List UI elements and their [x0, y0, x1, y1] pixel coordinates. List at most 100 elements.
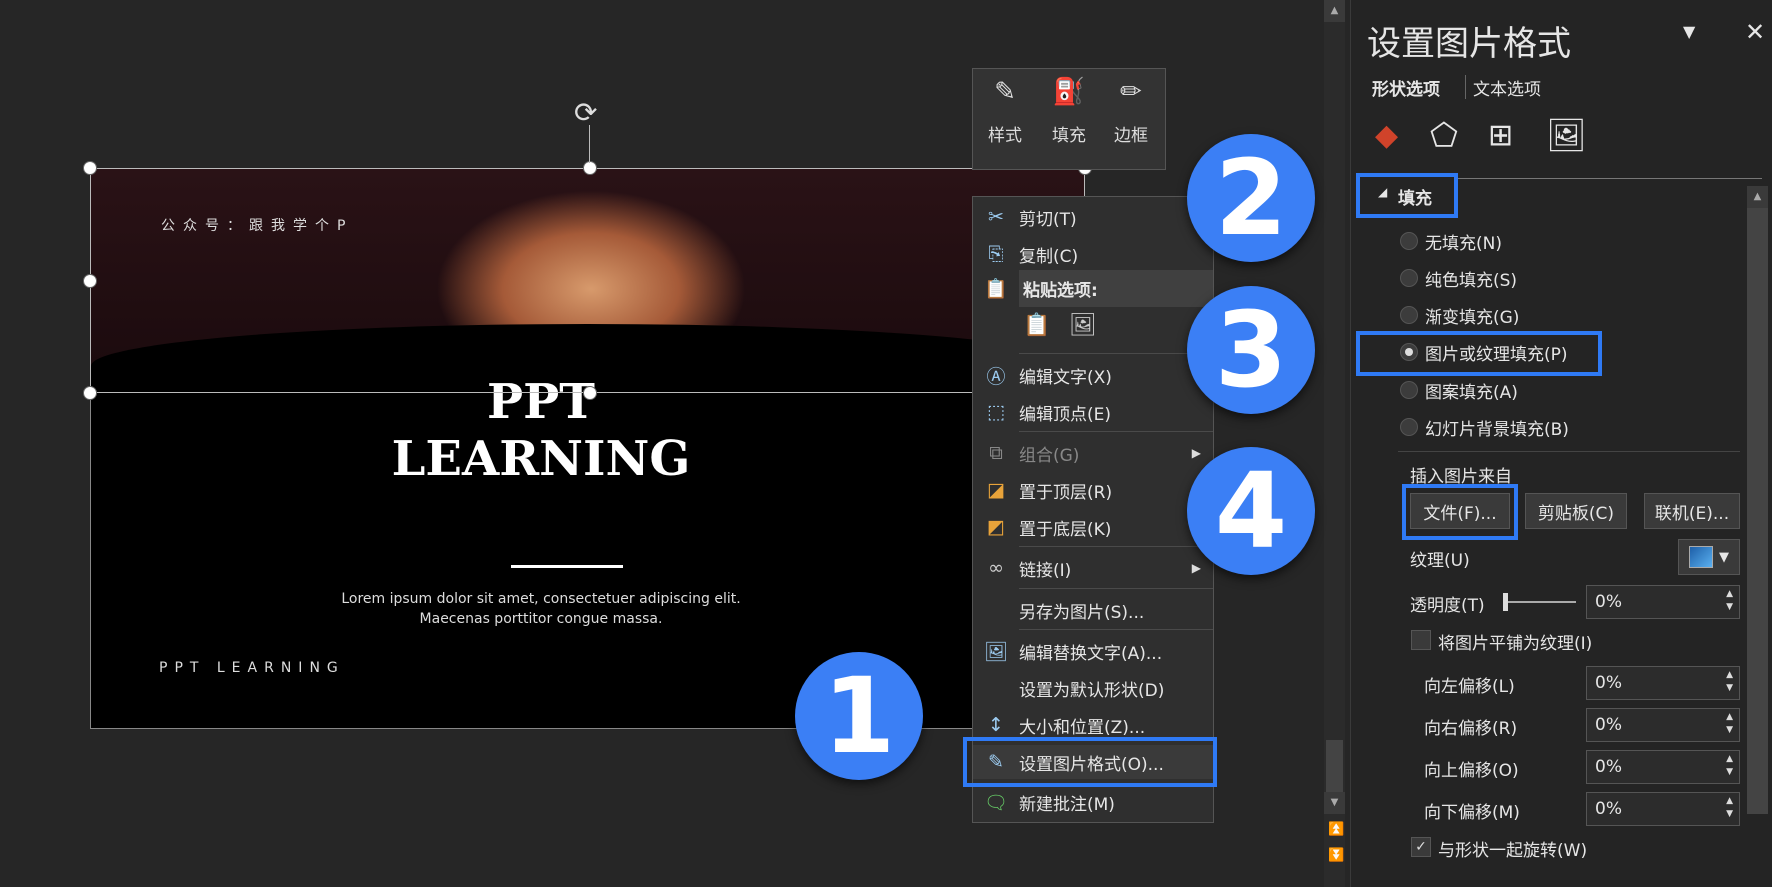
menu-label: 编辑替换文字(A)...: [1019, 643, 1163, 664]
paste-keep-text-icon[interactable]: 📋: [1023, 313, 1050, 338]
offset-left-input[interactable]: 0% ▲ ▼: [1586, 666, 1740, 700]
size-properties-icon[interactable]: ⊞: [1488, 118, 1513, 153]
radio-label: 无填充(N): [1425, 234, 1502, 254]
radio-no-fill[interactable]: [1400, 232, 1418, 250]
texture-label: 纹理(U): [1410, 551, 1470, 571]
radio-gradient-fill[interactable]: [1400, 306, 1418, 324]
picture-icon[interactable]: 🖼: [1546, 116, 1587, 154]
style-button[interactable]: ✎ 样式: [975, 77, 1035, 146]
pane-scroll-up-icon[interactable]: ▲: [1747, 186, 1768, 208]
scroll-thumb[interactable]: [1326, 740, 1343, 795]
clipboard-button[interactable]: 剪贴板(C): [1525, 493, 1627, 529]
offset-bottom-input[interactable]: 0% ▲ ▼: [1586, 792, 1740, 826]
menu-set-default-shape[interactable]: 设置为默认形状(D): [973, 671, 1213, 705]
rotate-handle-icon[interactable]: ⟳: [574, 96, 597, 129]
highlight-fill-section: [1356, 173, 1458, 218]
menu-bring-to-front[interactable]: ◪ 置于顶层(R): [973, 473, 1213, 507]
menu-save-as-picture[interactable]: 另存为图片(S)...: [973, 593, 1213, 627]
radio-pattern-fill[interactable]: [1400, 381, 1418, 399]
menu-copy[interactable]: ⎘ 复制(C): [973, 237, 1213, 271]
scissors-icon: ✂: [988, 206, 1004, 228]
copy-icon: ⎘: [988, 243, 1004, 265]
radio-label: 纯色填充(S): [1425, 271, 1518, 291]
menu-label: 设置为默认形状(D): [1019, 680, 1165, 701]
transparency-slider[interactable]: [1506, 601, 1576, 603]
pane-options-dropdown-icon[interactable]: ▼: [1683, 22, 1695, 41]
offset-value: 0%: [1595, 715, 1622, 735]
slide-footer-text: PPT LEARNING: [159, 660, 345, 676]
menu-edit-text[interactable]: Ⓐ 编辑文字(X): [973, 358, 1213, 392]
context-menu: ✂ 剪切(T) ⎘ 复制(C) 📋 粘贴选项: 📋 🖼 Ⓐ 编辑文字(X) ⬚ 编辑顶点(…: [972, 196, 1214, 823]
offset-top-input[interactable]: 0% ▲ ▼: [1586, 750, 1740, 784]
previous-slide-icon[interactable]: ⏫: [1328, 822, 1344, 837]
paste-icon: 📋: [984, 277, 1008, 300]
resize-handle[interactable]: [83, 274, 97, 288]
menu-cut[interactable]: ✂ 剪切(T): [973, 200, 1213, 234]
step-badge-2: 2: [1187, 134, 1315, 262]
spinner-arrows-icon[interactable]: ▲ ▼: [1726, 669, 1733, 695]
resize-handle[interactable]: [83, 161, 97, 175]
close-icon[interactable]: ✕: [1745, 18, 1765, 46]
scroll-up-icon[interactable]: ▲: [1324, 0, 1345, 22]
offset-right-input[interactable]: 0% ▲ ▼: [1586, 708, 1740, 742]
transparency-input[interactable]: 0% ▲ ▼: [1586, 585, 1740, 619]
menu-label: 置于顶层(R): [1019, 482, 1113, 503]
tab-text-options[interactable]: 文本选项: [1473, 75, 1541, 100]
resize-handle[interactable]: [583, 386, 597, 400]
menu-new-comment[interactable]: 🗨 新建批注(M): [973, 785, 1213, 819]
submenu-arrow-icon: ▶: [1191, 446, 1201, 460]
menu-send-to-back[interactable]: ◩ 置于底层(K): [973, 510, 1213, 544]
fill-button[interactable]: ⛽ 填充: [1039, 77, 1099, 146]
tile-texture-checkbox[interactable]: [1411, 630, 1431, 650]
pane-scrollbar[interactable]: ▲: [1747, 186, 1768, 814]
divider: [1398, 451, 1740, 452]
menu-label: 编辑文字(X): [1019, 367, 1112, 388]
rotate-stem: [589, 125, 590, 163]
offset-value: 0%: [1595, 799, 1622, 819]
radio-slide-background-fill[interactable]: [1400, 418, 1418, 436]
step-badge-1: 1: [795, 652, 923, 780]
mini-toolbar: ✎ 样式 ⛽ 填充 ✏ 边框: [972, 68, 1166, 170]
title-underline: [511, 565, 623, 568]
lorem-line-1: Lorem ipsum dolor sit amet, consectetuer…: [341, 591, 741, 607]
highlight-format-picture: [963, 737, 1217, 787]
menu-link[interactable]: ∞ 链接(I) ▶: [973, 551, 1213, 585]
slide-scrollbar[interactable]: ▲ ▼ ⏫ ⏬: [1324, 0, 1345, 887]
menu-label: 新建批注(M): [1019, 794, 1115, 815]
pane-title: 设置图片格式: [1367, 24, 1571, 64]
highlight-file-button: [1402, 484, 1518, 540]
menu-label: 另存为图片(S)...: [1019, 602, 1145, 623]
rotate-with-shape-checkbox[interactable]: ✓: [1411, 837, 1431, 857]
style-label: 样式: [988, 126, 1022, 146]
fill-bucket-icon: ⛽: [1052, 77, 1086, 107]
menu-edit-alt-text[interactable]: 🖼 编辑替换文字(A)...: [973, 634, 1213, 668]
spinner-arrows-icon[interactable]: ▲ ▼: [1726, 753, 1733, 779]
online-button[interactable]: 联机(E)...: [1644, 493, 1740, 529]
fill-line-icon[interactable]: ◆: [1375, 118, 1398, 153]
menu-group[interactable]: ⧉ 组合(G) ▶: [973, 436, 1213, 470]
menu-edit-points[interactable]: ⬚ 编辑顶点(E): [973, 395, 1213, 429]
effects-pentagon-icon[interactable]: ⬠: [1430, 116, 1458, 154]
offset-right-label: 向右偏移(R): [1424, 719, 1518, 739]
spinner-arrows-icon[interactable]: ▲ ▼: [1726, 588, 1733, 614]
border-button[interactable]: ✏ 边框: [1101, 77, 1161, 146]
spinner-arrows-icon[interactable]: ▲ ▼: [1726, 711, 1733, 737]
border-label: 边框: [1114, 126, 1148, 146]
radio-label: 幻灯片背景填充(B): [1425, 420, 1569, 440]
next-slide-icon[interactable]: ⏬: [1328, 848, 1344, 863]
fill-label: 填充: [1052, 126, 1086, 146]
radio-solid-fill[interactable]: [1400, 269, 1418, 287]
transparency-label: 透明度(T): [1410, 596, 1485, 616]
lorem-line-2: Maecenas porttitor congue massa.: [419, 611, 663, 627]
resize-handle[interactable]: [583, 161, 597, 175]
offset-value: 0%: [1595, 757, 1622, 777]
spinner-arrows-icon[interactable]: ▲ ▼: [1726, 795, 1733, 821]
transparency-slider-thumb[interactable]: [1503, 593, 1508, 611]
send-back-icon: ◩: [987, 516, 1005, 538]
scroll-down-icon[interactable]: ▼: [1324, 792, 1345, 814]
resize-handle[interactable]: [83, 386, 97, 400]
paste-as-picture-icon[interactable]: 🖼: [1069, 313, 1097, 338]
texture-dropdown[interactable]: ▼: [1678, 539, 1740, 575]
offset-left-label: 向左偏移(L): [1424, 677, 1515, 697]
tab-shape-options[interactable]: 形状选项: [1372, 75, 1440, 100]
